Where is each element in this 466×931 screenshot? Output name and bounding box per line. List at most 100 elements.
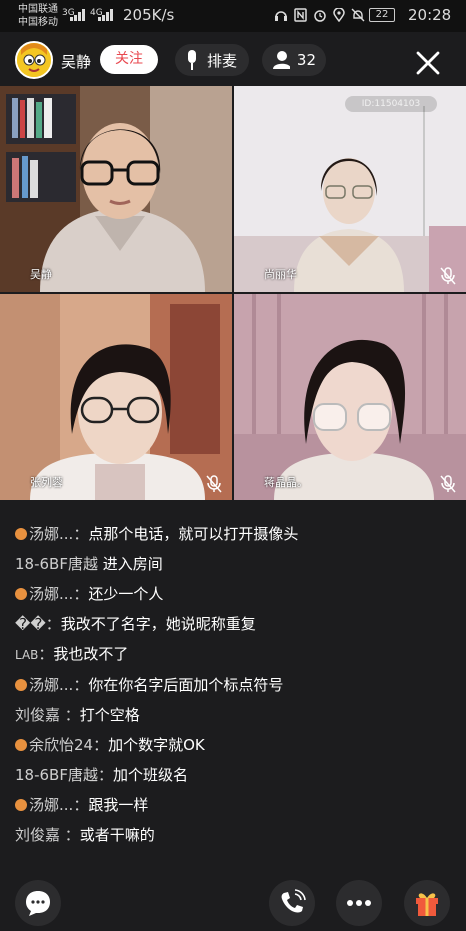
network-speed: 205K/s bbox=[123, 6, 175, 24]
chat-username[interactable]: LAB bbox=[15, 648, 38, 662]
chat-text: 打个空格 bbox=[79, 706, 140, 724]
chat-username[interactable]: 18-6BF唐越 bbox=[15, 555, 98, 573]
chat-username[interactable]: 18-6BF唐越 bbox=[15, 766, 98, 784]
chat-separator: ： bbox=[64, 826, 80, 844]
signal-icon bbox=[70, 9, 85, 21]
headphones-icon bbox=[275, 11, 287, 21]
chat-username[interactable]: 刘俊嘉 bbox=[15, 706, 65, 724]
video-tile[interactable]: 蒋晶晶。 bbox=[234, 294, 466, 500]
status-icons bbox=[274, 8, 365, 22]
chat-message: 汤娜...：点那个电话，就可以打开摄像头 bbox=[15, 521, 345, 547]
chat-separator: ： bbox=[93, 736, 109, 754]
clock: 20:28 bbox=[408, 6, 452, 24]
mic-muted-icon bbox=[440, 267, 456, 285]
chat-message: 汤娜...：你在你名字后面加个标点符号 bbox=[15, 670, 355, 700]
chat-input-button[interactable] bbox=[15, 880, 61, 926]
chat-username[interactable]: �� bbox=[15, 615, 46, 633]
chat-text: 还少一个人 bbox=[88, 585, 164, 603]
carrier-2: 中国移动 bbox=[18, 17, 58, 28]
chat-message-list[interactable]: 汤娜...：点那个电话，就可以打开摄像头 18-6BF唐越 进入房间 汤娜...：还… bbox=[15, 521, 355, 850]
call-button[interactable] bbox=[269, 880, 315, 926]
chat-text: 你在你名字后面加个标点符号 bbox=[88, 676, 284, 694]
carrier-labels: 中国联通 中国移动 bbox=[18, 3, 58, 29]
chat-separator: ： bbox=[73, 525, 89, 543]
carrier-1: 中国联通 bbox=[18, 4, 58, 15]
gift-icon bbox=[416, 893, 438, 916]
chat-text: 跟我一样 bbox=[88, 796, 149, 814]
room-header: 吴静 关注 排麦 32 bbox=[0, 32, 466, 86]
gift-button[interactable] bbox=[404, 880, 450, 926]
chat-username[interactable]: 汤娜... bbox=[29, 676, 73, 694]
chat-username[interactable]: 汤娜... bbox=[29, 585, 73, 603]
video-tile[interactable]: 吴静 bbox=[0, 86, 232, 292]
phone-call-icon bbox=[281, 889, 306, 913]
chat-text: 进入房间 bbox=[102, 555, 163, 573]
chat-text: 点那个电话，就可以打开摄像头 bbox=[88, 525, 299, 543]
participant-name: 尚丽华 bbox=[264, 268, 297, 281]
user-badge-icon bbox=[15, 739, 27, 751]
participant-name: 蒋晶晶。 bbox=[264, 476, 308, 489]
chat-text: 加个班级名 bbox=[112, 766, 188, 784]
viewer-count-button[interactable]: 32 bbox=[262, 44, 326, 76]
chat-message: 18-6BF唐越：加个班级名 bbox=[15, 760, 355, 790]
chat-username[interactable]: 汤娜... bbox=[29, 525, 73, 543]
video-feed bbox=[234, 294, 466, 500]
video-feed bbox=[0, 294, 232, 500]
video-tile[interactable]: 尚丽华 bbox=[234, 86, 466, 292]
signal-icon bbox=[98, 9, 113, 21]
video-feed bbox=[234, 86, 466, 292]
person-icon bbox=[273, 51, 290, 69]
chat-separator: ： bbox=[73, 676, 89, 694]
voice-room-screen: 中国联通 中国移动 3G 4G 205K/s 22 20:28 吴静 关注 排麦… bbox=[0, 0, 466, 931]
chat-separator: ： bbox=[45, 615, 61, 633]
battery-indicator: 22 bbox=[369, 8, 395, 22]
chat-separator: ： bbox=[38, 645, 54, 663]
user-badge-icon bbox=[15, 799, 27, 811]
microphone-icon bbox=[188, 50, 196, 70]
chat-message: 18-6BF唐越 进入房间 bbox=[15, 549, 355, 579]
alarm-icon bbox=[314, 10, 326, 22]
chat-text: 或者干嘛的 bbox=[79, 826, 155, 844]
mute-bell-icon bbox=[351, 8, 365, 22]
chat-message: ��：我改不了名字，她说昵称重复 bbox=[15, 609, 355, 639]
chat-message: 刘俊嘉 ：打个空格 bbox=[15, 700, 355, 730]
cartoon-face-icon bbox=[17, 43, 51, 77]
participant-name: 张列蓉 bbox=[30, 476, 63, 489]
chat-separator: ： bbox=[64, 706, 80, 724]
video-feed bbox=[0, 86, 232, 292]
chat-message: 余欣怡24：加个数字就OK bbox=[15, 730, 355, 760]
more-icon bbox=[347, 900, 371, 906]
chat-message: 汤娜...：跟我一样 bbox=[15, 790, 355, 820]
user-badge-icon bbox=[15, 528, 27, 540]
chat-username[interactable]: 刘俊嘉 bbox=[15, 826, 65, 844]
chat-separator: ： bbox=[97, 766, 113, 784]
chat-separator: ： bbox=[73, 796, 89, 814]
chat-text: 加个数字就OK bbox=[108, 736, 205, 754]
mic-muted-icon bbox=[206, 475, 222, 493]
location-icon bbox=[333, 8, 345, 22]
queue-mic-button[interactable]: 排麦 bbox=[175, 44, 249, 76]
viewer-count: 32 bbox=[296, 51, 316, 69]
chat-separator: ： bbox=[73, 585, 89, 603]
user-badge-icon bbox=[15, 679, 27, 691]
chat-username[interactable]: 汤娜... bbox=[29, 796, 73, 814]
mic-muted-icon bbox=[440, 475, 456, 493]
nfc-icon bbox=[294, 8, 307, 22]
chat-text: 我改不了名字，她说昵称重复 bbox=[60, 615, 256, 633]
more-button[interactable] bbox=[336, 880, 382, 926]
chat-message: LAB：我也改不了 bbox=[15, 639, 355, 670]
chat-username[interactable]: 余欣怡24 bbox=[29, 736, 93, 754]
chat-bubble-icon bbox=[26, 891, 50, 916]
host-name[interactable]: 吴静 bbox=[61, 51, 91, 72]
participant-name: 吴静 bbox=[30, 268, 52, 281]
chat-message: 汤娜...：还少一个人 bbox=[15, 579, 355, 609]
chat-text: 我也改不了 bbox=[53, 645, 129, 663]
video-tile[interactable]: 张列蓉 bbox=[0, 294, 232, 500]
chat-message: 刘俊嘉 ：或者干嘛的 bbox=[15, 820, 355, 850]
follow-button[interactable]: 关注 bbox=[100, 45, 158, 74]
close-icon[interactable] bbox=[414, 49, 442, 77]
room-id-tag: ID:11504103 bbox=[345, 96, 437, 112]
status-bar: 中国联通 中国移动 3G 4G 205K/s 22 20:28 bbox=[0, 0, 466, 32]
host-avatar[interactable] bbox=[15, 41, 53, 79]
user-badge-icon bbox=[15, 588, 27, 600]
